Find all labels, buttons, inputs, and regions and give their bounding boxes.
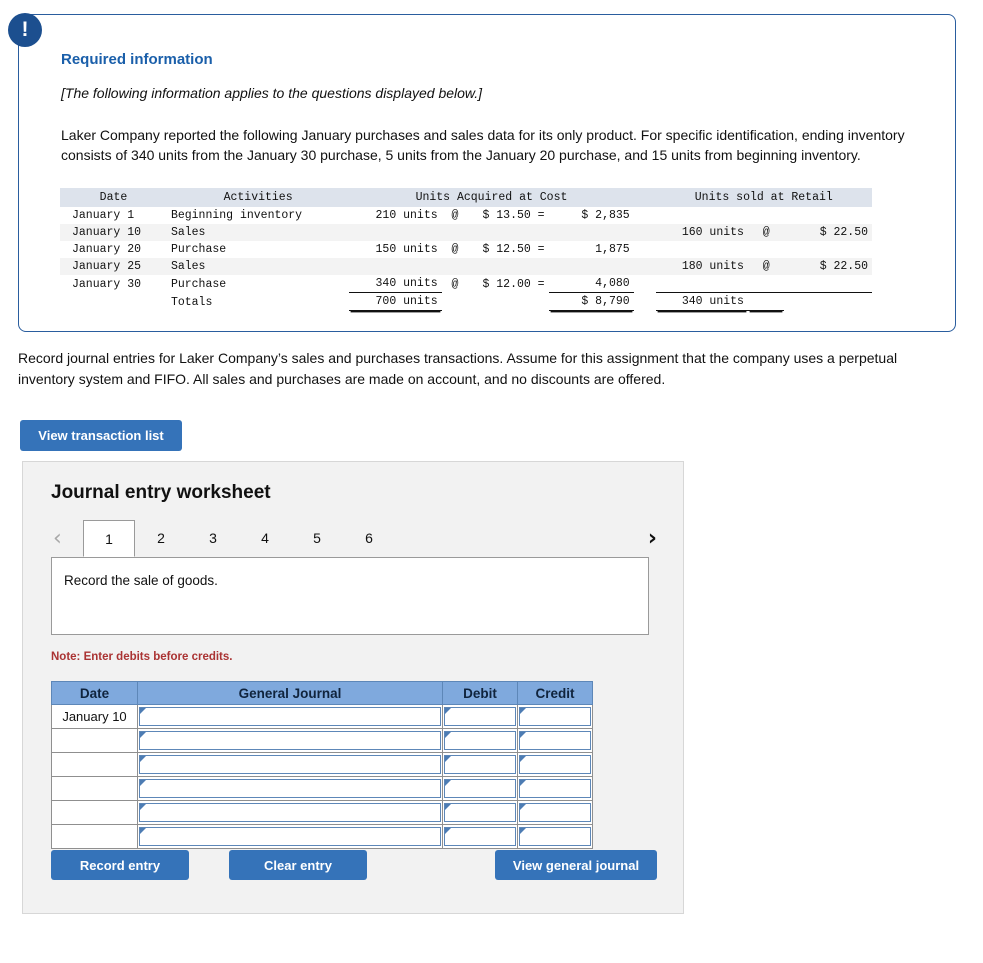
inventory-data-table: Date Activities Units Acquired at Cost U…	[60, 188, 872, 311]
header-units-sold: Units sold at Retail	[655, 188, 872, 207]
journal-account-select[interactable]	[139, 731, 441, 750]
journal-credit-input[interactable]	[519, 755, 591, 774]
journal-debit-input[interactable]	[444, 731, 516, 750]
journal-cell	[137, 704, 443, 729]
journal-row	[51, 752, 593, 777]
worksheet-tab-bar: ‹ › 123456	[47, 520, 661, 558]
worksheet-tab-4[interactable]: 4	[239, 520, 291, 557]
journal-credit-input[interactable]	[519, 827, 591, 846]
debits-before-credits-note: Note: Enter debits before credits.	[51, 651, 233, 663]
journal-cell	[442, 704, 518, 729]
record-entry-button[interactable]: Record entry	[51, 850, 189, 880]
table-row: January 25 Sales 180 units @ $ 22.50	[60, 258, 872, 275]
journal-account-select[interactable]	[139, 803, 441, 822]
journal-date-cell[interactable]	[51, 776, 138, 801]
instruction-text: Record journal entries for Laker Company…	[18, 350, 898, 387]
journal-date-cell[interactable]	[51, 800, 138, 825]
table-row: January 1 Beginning inventory 210 units @ $ …	[60, 207, 872, 224]
clear-entry-button[interactable]: Clear entry	[229, 850, 367, 880]
worksheet-tab-6[interactable]: 6	[343, 520, 395, 557]
journal-cell	[137, 800, 443, 825]
journal-credit-input[interactable]	[519, 803, 591, 822]
applies-note: [The following information applies to th…	[61, 85, 483, 101]
previous-tab-chevron-icon[interactable]: ‹	[53, 525, 62, 553]
journal-cell	[517, 776, 593, 801]
header-spacer	[633, 188, 656, 207]
journal-row	[51, 776, 593, 801]
journal-cell	[442, 776, 518, 801]
header-date: Date	[60, 188, 167, 207]
journal-row	[51, 800, 593, 825]
journal-header-general-journal: General Journal	[137, 681, 443, 705]
journal-header-credit: Credit	[517, 681, 593, 705]
journal-account-select[interactable]	[139, 827, 441, 846]
journal-account-select[interactable]	[139, 755, 441, 774]
journal-cell	[137, 752, 443, 777]
table-header-row: Date Activities Units Acquired at Cost U…	[60, 188, 872, 207]
journal-row	[51, 728, 593, 753]
journal-date-cell[interactable]: January 10	[51, 704, 138, 729]
journal-credit-input[interactable]	[519, 707, 591, 726]
worksheet-tab-3[interactable]: 3	[187, 520, 239, 557]
scenario-paragraph: Laker Company reported the following Jan…	[61, 127, 905, 164]
journal-cell	[517, 704, 593, 729]
table-row: January 20 Purchase 150 units @ $ 12.50 = 1,8…	[60, 241, 872, 258]
view-general-journal-button[interactable]: View general journal	[495, 850, 657, 880]
journal-debit-input[interactable]	[444, 779, 516, 798]
journal-entry-worksheet-panel: Journal entry worksheet ‹ › 123456 Recor…	[22, 461, 684, 914]
worksheet-tab-1[interactable]: 1	[83, 520, 135, 557]
journal-debit-input[interactable]	[444, 803, 516, 822]
journal-date-cell[interactable]	[51, 752, 138, 777]
journal-cell	[137, 728, 443, 753]
journal-header-date: Date	[51, 681, 138, 705]
next-tab-chevron-icon[interactable]: ›	[648, 525, 657, 553]
journal-row	[51, 824, 593, 849]
journal-cell	[442, 824, 518, 849]
journal-date-cell[interactable]	[51, 824, 138, 849]
journal-debit-input[interactable]	[444, 827, 516, 846]
header-activities: Activities	[166, 188, 350, 207]
journal-cell	[517, 824, 593, 849]
table-row: January 10 Sales 160 units @ $ 22.50	[60, 224, 872, 241]
journal-cell	[517, 752, 593, 777]
journal-cell	[137, 824, 443, 849]
view-transaction-list-button[interactable]: View transaction list	[20, 420, 182, 451]
journal-row: January 10	[51, 704, 593, 729]
journal-cell	[442, 752, 518, 777]
worksheet-tab-pane: Record the sale of goods.	[51, 557, 649, 635]
journal-cell	[442, 728, 518, 753]
required-information-title: Required information	[61, 51, 213, 68]
journal-credit-input[interactable]	[519, 779, 591, 798]
journal-cell	[442, 800, 518, 825]
worksheet-tab-5[interactable]: 5	[291, 520, 343, 557]
journal-debit-input[interactable]	[444, 755, 516, 774]
worksheet-title: Journal entry worksheet	[51, 482, 271, 503]
worksheet-instruction: Record the sale of goods.	[64, 573, 218, 588]
journal-credit-input[interactable]	[519, 731, 591, 750]
journal-account-select[interactable]	[139, 707, 441, 726]
journal-header-debit: Debit	[442, 681, 518, 705]
journal-cell	[517, 728, 593, 753]
exclamation-icon: !	[8, 13, 42, 47]
journal-debit-input[interactable]	[444, 707, 516, 726]
journal-entry-table: Date General Journal Debit Credit Januar…	[51, 681, 593, 849]
journal-account-select[interactable]	[139, 779, 441, 798]
journal-cell	[137, 776, 443, 801]
journal-cell	[517, 800, 593, 825]
table-totals-row: Totals 700 units $ 8,790 340 units	[60, 292, 872, 311]
header-units-acquired: Units Acquired at Cost	[349, 188, 634, 207]
table-row: January 30 Purchase 340 units @ $ 12.00 = 4,0…	[60, 275, 872, 293]
journal-date-cell[interactable]	[51, 728, 138, 753]
worksheet-tab-2[interactable]: 2	[135, 520, 187, 557]
journal-header-row: Date General Journal Debit Credit	[51, 681, 593, 705]
